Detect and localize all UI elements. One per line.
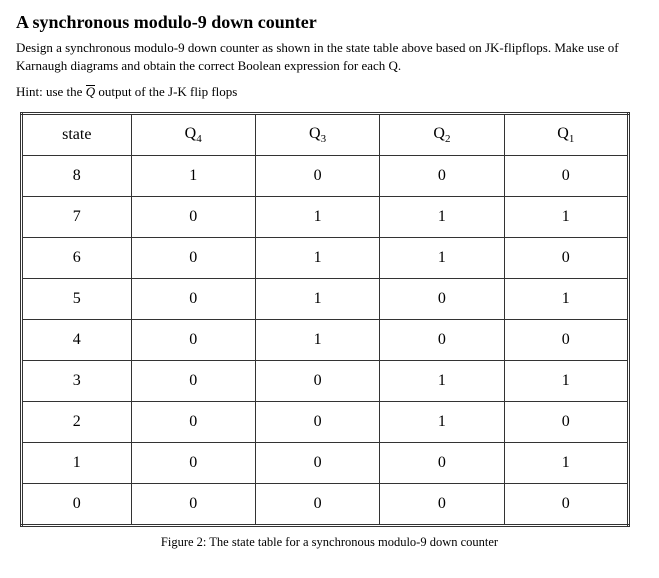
cell-q1: 0 xyxy=(504,320,628,361)
header-q4: Q4 xyxy=(131,114,255,156)
cell-state: 3 xyxy=(22,361,132,402)
header-q2-sub: 2 xyxy=(445,133,451,145)
table-row: 81000 xyxy=(22,156,629,197)
cell-q1: 0 xyxy=(504,156,628,197)
hint-prefix: Hint: use the xyxy=(16,84,86,99)
header-q3: Q3 xyxy=(255,114,379,156)
cell-q3: 0 xyxy=(255,402,379,443)
cell-q3: 0 xyxy=(255,484,379,526)
cell-q4: 0 xyxy=(131,361,255,402)
cell-state: 8 xyxy=(22,156,132,197)
cell-q2: 0 xyxy=(380,279,504,320)
cell-q1: 1 xyxy=(504,361,628,402)
header-q1: Q1 xyxy=(504,114,628,156)
hint-suffix: output of the J-K flip flops xyxy=(95,84,237,99)
q-bar-symbol: Q xyxy=(86,84,95,100)
header-q1-sub: 1 xyxy=(569,133,575,145)
table-header-row: state Q4 Q3 Q2 Q1 xyxy=(22,114,629,156)
cell-q2: 0 xyxy=(380,484,504,526)
cell-q3: 1 xyxy=(255,279,379,320)
table-row: 70111 xyxy=(22,197,629,238)
cell-q3: 0 xyxy=(255,156,379,197)
cell-state: 6 xyxy=(22,238,132,279)
header-q2: Q2 xyxy=(380,114,504,156)
header-q4-label: Q xyxy=(185,125,197,142)
table-body: 8100070111601105010140100300112001010001… xyxy=(22,156,629,526)
cell-q4: 1 xyxy=(131,156,255,197)
cell-state: 2 xyxy=(22,402,132,443)
cell-state: 5 xyxy=(22,279,132,320)
cell-q3: 0 xyxy=(255,443,379,484)
cell-q1: 0 xyxy=(504,238,628,279)
cell-q4: 0 xyxy=(131,320,255,361)
state-table: state Q4 Q3 Q2 Q1 8100070111601105010140… xyxy=(20,112,630,527)
header-q1-label: Q xyxy=(557,125,569,142)
cell-q4: 0 xyxy=(131,443,255,484)
cell-q1: 1 xyxy=(504,279,628,320)
cell-q2: 0 xyxy=(380,320,504,361)
table-row: 40100 xyxy=(22,320,629,361)
cell-q1: 0 xyxy=(504,484,628,526)
cell-q1: 1 xyxy=(504,443,628,484)
cell-q4: 0 xyxy=(131,279,255,320)
cell-q1: 0 xyxy=(504,402,628,443)
cell-q3: 1 xyxy=(255,320,379,361)
table-row: 60110 xyxy=(22,238,629,279)
cell-q3: 1 xyxy=(255,238,379,279)
table-row: 00000 xyxy=(22,484,629,526)
table-row: 50101 xyxy=(22,279,629,320)
table-row: 20010 xyxy=(22,402,629,443)
table-row: 10001 xyxy=(22,443,629,484)
header-state: state xyxy=(22,114,132,156)
cell-q4: 0 xyxy=(131,197,255,238)
cell-q4: 0 xyxy=(131,484,255,526)
cell-q2: 1 xyxy=(380,238,504,279)
cell-state: 4 xyxy=(22,320,132,361)
cell-q2: 1 xyxy=(380,197,504,238)
cell-q4: 0 xyxy=(131,402,255,443)
cell-q2: 0 xyxy=(380,156,504,197)
header-q4-sub: 4 xyxy=(196,133,202,145)
cell-q2: 1 xyxy=(380,402,504,443)
cell-q4: 0 xyxy=(131,238,255,279)
header-q3-label: Q xyxy=(309,125,321,142)
header-q2-label: Q xyxy=(433,125,445,142)
problem-description: Design a synchronous modulo-9 down count… xyxy=(16,39,643,74)
header-q3-sub: 3 xyxy=(321,133,327,145)
cell-q2: 0 xyxy=(380,443,504,484)
cell-state: 0 xyxy=(22,484,132,526)
figure-caption: Figure 2: The state table for a synchron… xyxy=(16,535,643,550)
hint-text: Hint: use the Q output of the J-K flip f… xyxy=(16,84,643,100)
page-title: A synchronous modulo-9 down counter xyxy=(16,12,643,33)
cell-state: 1 xyxy=(22,443,132,484)
cell-state: 7 xyxy=(22,197,132,238)
cell-q3: 1 xyxy=(255,197,379,238)
table-row: 30011 xyxy=(22,361,629,402)
cell-q3: 0 xyxy=(255,361,379,402)
cell-q1: 1 xyxy=(504,197,628,238)
cell-q2: 1 xyxy=(380,361,504,402)
